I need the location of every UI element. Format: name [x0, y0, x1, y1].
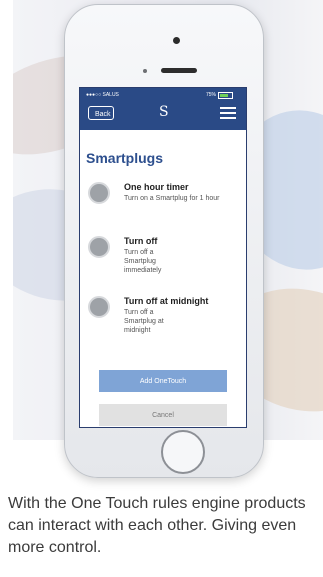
cancel-button[interactable]: Cancel — [99, 404, 227, 426]
option-description: Turn on a Smartplug for 1 hour — [124, 195, 220, 202]
radio-icon[interactable] — [88, 236, 110, 258]
option-title: Turn off at midnight — [124, 296, 209, 306]
marketing-caption: With the One Touch rules engine products… — [8, 495, 306, 556]
back-button[interactable]: Back — [88, 106, 114, 120]
phone-speaker — [161, 68, 197, 73]
radio-icon[interactable] — [88, 296, 110, 318]
salus-logo-icon: S — [159, 104, 169, 120]
home-button[interactable] — [161, 430, 205, 474]
hamburger-icon[interactable] — [220, 107, 236, 119]
option-description: Turn off a Smartplug at midnight — [124, 309, 164, 334]
radio-icon[interactable] — [88, 182, 110, 204]
carrier-status: ●●●○○ SALUS — [86, 92, 119, 98]
page-title: Smartplugs — [86, 150, 164, 166]
option-title: One hour timer — [124, 182, 189, 192]
app-header: ●●●○○ SALUS 75% Back S — [80, 88, 246, 130]
option-description: Turn off a Smartplug immediately — [124, 249, 162, 274]
add-onetouch-button[interactable]: Add OneTouch — [99, 370, 227, 392]
battery-percent: 75% — [205, 92, 216, 98]
option-title: Turn off — [124, 236, 158, 246]
battery-icon — [218, 92, 233, 99]
phone-screen: ●●●○○ SALUS 75% Back S Smartplugs One ho… — [79, 87, 247, 428]
phone-dot — [173, 37, 180, 44]
front-camera — [143, 69, 147, 73]
